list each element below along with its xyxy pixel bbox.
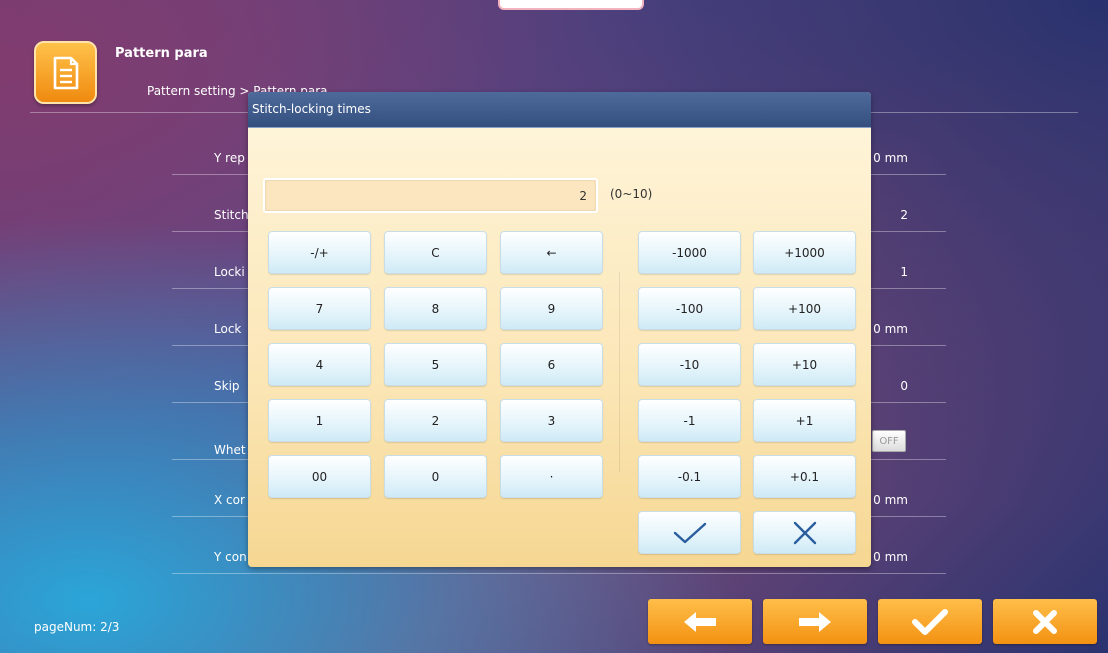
- digit-0-key[interactable]: 0: [384, 455, 487, 498]
- digit-4-key[interactable]: 4: [268, 343, 371, 386]
- double-zero-key[interactable]: 00: [268, 455, 371, 498]
- dialog-header: Stitch-locking times: [248, 92, 871, 128]
- plus-0-1-key[interactable]: +0.1: [753, 455, 856, 498]
- page-number: pageNum: 2/3: [34, 620, 120, 634]
- close-icon: [793, 521, 816, 544]
- page-title: Pattern para: [115, 46, 208, 61]
- minus-0-1-key[interactable]: -0.1: [638, 455, 741, 498]
- off-toggle[interactable]: OFF: [872, 430, 906, 452]
- range-label: (0~10): [610, 187, 653, 201]
- param-value: 0 mm: [873, 493, 908, 507]
- minus-1000-key[interactable]: -1000: [638, 231, 741, 274]
- checkmark-icon: [673, 522, 706, 543]
- plus-1000-key[interactable]: +1000: [753, 231, 856, 274]
- param-label: X cor: [214, 493, 245, 507]
- next-page-button[interactable]: [763, 599, 867, 644]
- clear-key[interactable]: C: [384, 231, 487, 274]
- param-label: Whet: [214, 443, 246, 457]
- digit-5-key[interactable]: 5: [384, 343, 487, 386]
- top-indicator: [498, 0, 644, 10]
- param-label: Skip: [214, 379, 240, 393]
- digit-1-key[interactable]: 1: [268, 399, 371, 442]
- param-value: 0 mm: [873, 151, 908, 165]
- decimal-key[interactable]: ·: [500, 455, 603, 498]
- digit-7-key[interactable]: 7: [268, 287, 371, 330]
- param-label: Y rep: [214, 151, 245, 165]
- document-icon: [34, 41, 97, 104]
- param-value: 2: [900, 208, 908, 222]
- confirm-button[interactable]: [878, 599, 982, 644]
- minus-10-key[interactable]: -10: [638, 343, 741, 386]
- param-label: Lock: [214, 322, 242, 336]
- backspace-key[interactable]: ←: [500, 231, 603, 274]
- prev-page-button[interactable]: [648, 599, 752, 644]
- digit-8-key[interactable]: 8: [384, 287, 487, 330]
- keypad-divider: [619, 272, 620, 472]
- cancel-button[interactable]: [993, 599, 1097, 644]
- plus-1-key[interactable]: +1: [753, 399, 856, 442]
- value-input[interactable]: 2: [263, 178, 598, 213]
- dialog-ok-button[interactable]: [638, 511, 741, 554]
- digit-9-key[interactable]: 9: [500, 287, 603, 330]
- param-value: 1: [900, 265, 908, 279]
- minus-100-key[interactable]: -100: [638, 287, 741, 330]
- param-label: Y con: [214, 550, 247, 564]
- arrow-left-icon: [684, 611, 716, 632]
- dialog-title: Stitch-locking times: [252, 102, 371, 116]
- current-value: 2: [579, 189, 587, 203]
- close-icon: [1033, 609, 1057, 634]
- minus-1-key[interactable]: -1: [638, 399, 741, 442]
- param-label: Stitch: [214, 208, 249, 222]
- sign-key[interactable]: -/+: [268, 231, 371, 274]
- plus-100-key[interactable]: +100: [753, 287, 856, 330]
- param-value: 0: [900, 379, 908, 393]
- checkmark-icon: [912, 608, 948, 635]
- arrow-right-icon: [799, 611, 831, 632]
- dialog-cancel-button[interactable]: [753, 511, 856, 554]
- param-label: Locki: [214, 265, 245, 279]
- digit-3-key[interactable]: 3: [500, 399, 603, 442]
- param-value: 0 mm: [873, 322, 908, 336]
- param-value: 0 mm: [873, 550, 908, 564]
- plus-10-key[interactable]: +10: [753, 343, 856, 386]
- digit-2-key[interactable]: 2: [384, 399, 487, 442]
- numeric-input-dialog: Stitch-locking times 2 (0~10) -/+ C ← 7 …: [248, 92, 871, 567]
- digit-6-key[interactable]: 6: [500, 343, 603, 386]
